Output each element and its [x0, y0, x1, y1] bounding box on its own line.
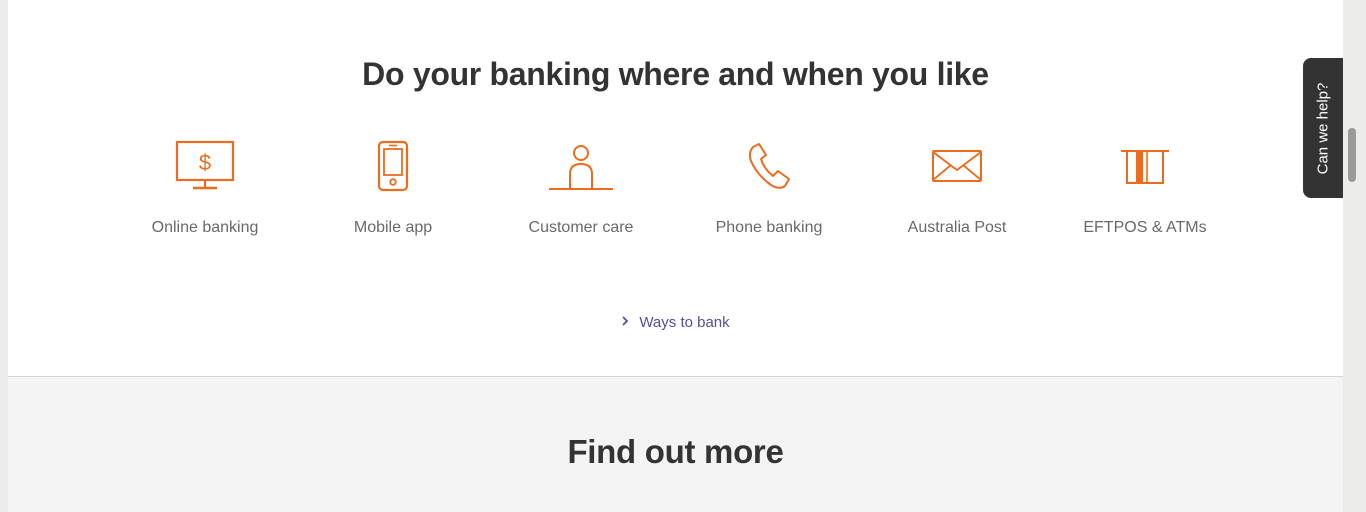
- page: Do your banking where and when you like …: [8, 0, 1343, 512]
- can-we-help-label: Can we help?: [1314, 82, 1332, 174]
- channel-label: Online banking: [151, 219, 259, 236]
- window-left-edge: [0, 0, 8, 512]
- channel-label: Australia Post: [907, 219, 1007, 236]
- find-out-more-title: Find out more: [567, 433, 784, 470]
- channel-label: EFTPOS & ATMs: [1083, 219, 1207, 236]
- ways-to-bank-link[interactable]: Ways to bank: [8, 314, 1343, 331]
- channel-customer-care[interactable]: Customer care: [487, 136, 675, 256]
- banking-section: Do your banking where and when you like …: [8, 0, 1343, 376]
- channel-mobile-app[interactable]: Mobile app: [299, 136, 487, 256]
- person-counter-icon: [546, 136, 616, 196]
- channel-online-banking[interactable]: $ Online banking: [111, 136, 299, 256]
- card-terminal-icon: [1110, 136, 1180, 196]
- vertical-scrollbar[interactable]: [1343, 0, 1366, 512]
- channel-eftpos-atms[interactable]: EFTPOS & ATMs: [1051, 136, 1239, 256]
- envelope-icon: [922, 136, 992, 196]
- mobile-phone-icon: [358, 136, 428, 196]
- chevron-right-icon: [621, 314, 629, 331]
- scrollbar-thumb[interactable]: [1348, 128, 1356, 182]
- phone-handset-icon: [734, 136, 804, 196]
- channel-label: Phone banking: [715, 219, 823, 236]
- channel-phone-banking[interactable]: Phone banking: [675, 136, 863, 256]
- monitor-dollar-icon: $: [170, 136, 240, 196]
- channel-label: Mobile app: [353, 219, 433, 236]
- channel-australia-post[interactable]: Australia Post: [863, 136, 1051, 256]
- ways-to-bank-label: Ways to bank: [639, 314, 730, 331]
- channel-label: Customer care: [528, 219, 634, 236]
- svg-text:$: $: [199, 150, 211, 175]
- banking-channels-list: $ Online banking Mobile app Customer car…: [111, 136, 1239, 256]
- banking-section-title: Do your banking where and when you like: [362, 56, 989, 92]
- can-we-help-tab[interactable]: Can we help?: [1303, 58, 1343, 198]
